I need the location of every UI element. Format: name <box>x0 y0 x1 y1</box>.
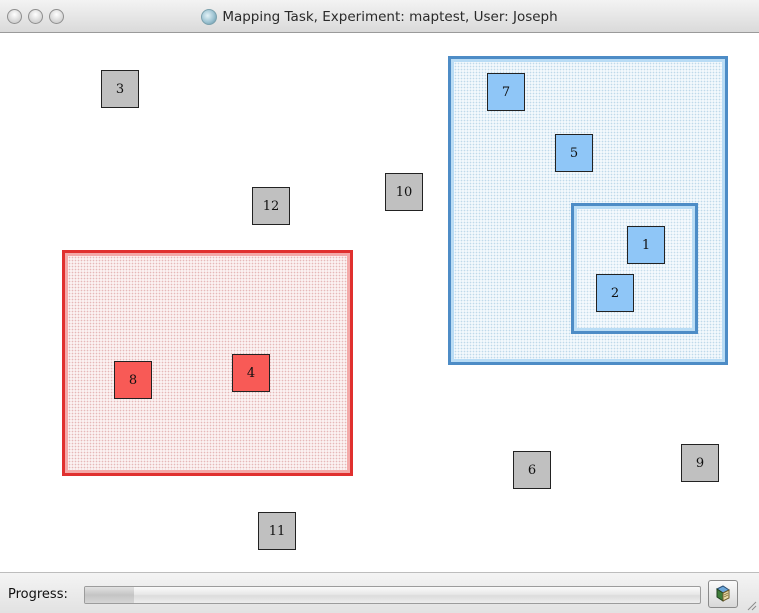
item-7[interactable]: 7 <box>487 73 525 111</box>
item-2[interactable]: 2 <box>596 274 634 312</box>
book-icon <box>716 585 730 602</box>
item-5[interactable]: 5 <box>555 134 593 172</box>
window-title-text: Mapping Task, Experiment: maptest, User:… <box>222 9 558 25</box>
item-4[interactable]: 4 <box>232 354 270 392</box>
item-10[interactable]: 10 <box>385 173 423 211</box>
item-9[interactable]: 9 <box>681 444 719 482</box>
status-bar: Progress: <box>0 572 759 613</box>
red-region[interactable] <box>62 250 353 476</box>
item-8[interactable]: 8 <box>114 361 152 399</box>
progress-bar <box>84 586 701 604</box>
done-button[interactable] <box>708 580 738 608</box>
blue-region-inner[interactable] <box>571 203 698 334</box>
title-bar[interactable]: Mapping Task, Experiment: maptest, User:… <box>0 0 759 33</box>
mapping-canvas[interactable]: 3 12 10 8 4 7 5 1 2 6 9 11 <box>0 34 759 572</box>
item-6[interactable]: 6 <box>513 451 551 489</box>
resize-grip-icon[interactable] <box>745 599 757 611</box>
progress-label: Progress: <box>8 587 68 602</box>
item-1[interactable]: 1 <box>627 226 665 264</box>
progress-bar-fill <box>85 587 135 603</box>
globe-icon <box>201 9 218 25</box>
item-12[interactable]: 12 <box>252 187 290 225</box>
window-title: Mapping Task, Experiment: maptest, User:… <box>0 7 759 27</box>
item-11[interactable]: 11 <box>258 512 296 550</box>
item-3[interactable]: 3 <box>101 70 139 108</box>
mapping-task-window: Mapping Task, Experiment: maptest, User:… <box>0 0 759 613</box>
